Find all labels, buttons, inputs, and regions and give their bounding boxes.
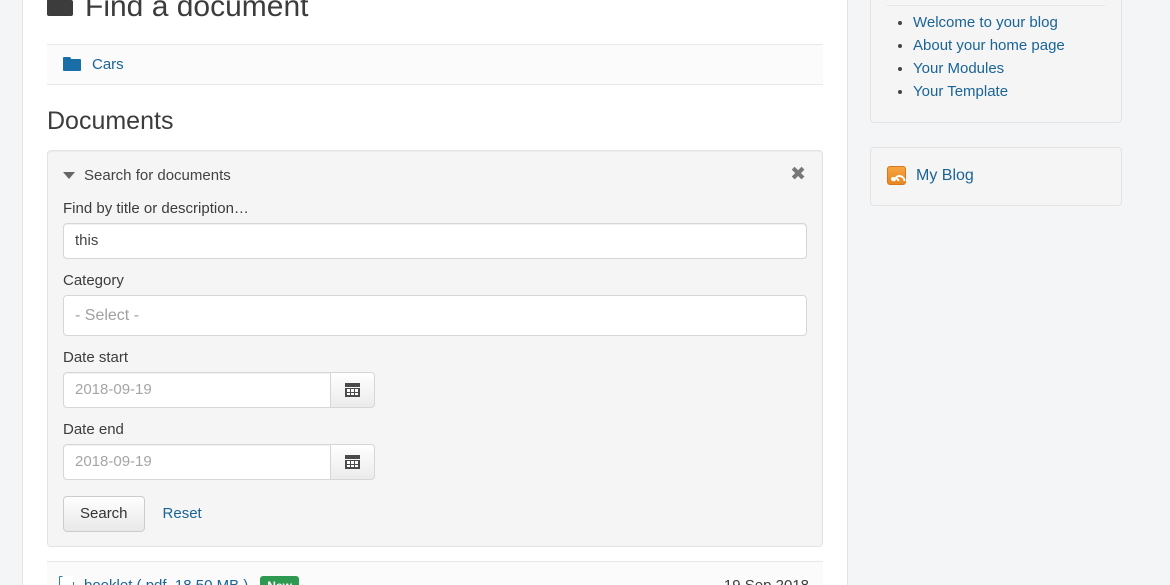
list-item: About your home page	[913, 37, 1105, 54]
caret-down-icon[interactable]	[63, 171, 75, 179]
title-field-label: Find by title or description…	[63, 199, 249, 217]
document-row-main: booklet ( pdf, 18.50 MB ) New	[59, 575, 299, 585]
search-panel-title: Search for documents	[84, 166, 231, 184]
search-title-input[interactable]	[63, 222, 807, 259]
date-end-input-group	[63, 443, 375, 480]
date-end-label: Date end	[63, 420, 124, 438]
folder-icon	[47, 0, 73, 17]
most-read-posts-list: Welcome to your blog About your home pag…	[887, 14, 1105, 100]
document-date: 19 Sep 2018	[724, 577, 809, 585]
documents-section-title: Documents	[47, 106, 174, 135]
status-badge: New	[260, 575, 299, 585]
my-blog-link[interactable]: My Blog	[916, 167, 974, 185]
date-start-input-group	[63, 371, 375, 408]
date-start-label: Date start	[63, 348, 129, 366]
field-group-date-start: Date start	[63, 349, 807, 408]
calendar-icon	[345, 382, 360, 397]
most-read-link-0[interactable]: Welcome to your blog	[913, 14, 1058, 31]
list-item: Your Modules	[913, 60, 1105, 77]
main-content-column: Find a document Cars Documents Search fo…	[22, 0, 848, 585]
most-read-link-2[interactable]: Your Modules	[913, 60, 1004, 77]
table-row: booklet ( pdf, 18.50 MB ) New 19 Sep 201…	[47, 560, 823, 585]
module-title: Most Read Posts	[887, 0, 1105, 6]
field-group-date-end: Date end	[63, 421, 807, 480]
pdf-file-icon	[59, 576, 74, 585]
page-root: Find a document Cars Documents Search fo…	[0, 0, 1170, 585]
calendar-icon	[345, 454, 360, 469]
rss-icon	[887, 166, 908, 190]
page-title-text: Find a document	[85, 0, 309, 23]
most-read-link-3[interactable]: Your Template	[913, 83, 1008, 100]
field-group-title: Find by title or description…	[63, 200, 807, 259]
close-icon[interactable]: ✖	[788, 163, 808, 186]
date-start-calendar-button[interactable]	[331, 371, 375, 408]
right-sidebar: Most Read Posts Welcome to your blog Abo…	[870, 0, 1122, 230]
list-item: Welcome to your blog	[913, 14, 1105, 31]
date-end-input[interactable]	[63, 443, 331, 480]
page-title: Find a document	[47, 0, 823, 26]
document-list: booklet ( pdf, 18.50 MB ) New 19 Sep 201…	[47, 560, 823, 585]
breadcrumb: Cars	[47, 43, 823, 85]
search-documents-panel: Search for documents ✖ Find by title or …	[47, 149, 823, 547]
module-my-blog: My Blog	[870, 147, 1122, 206]
category-field-label: Category	[63, 271, 124, 289]
date-start-input[interactable]	[63, 371, 331, 408]
list-item: Your Template	[913, 83, 1105, 100]
breadcrumb-link-cars[interactable]: Cars	[92, 56, 124, 73]
most-read-link-1[interactable]: About your home page	[913, 37, 1065, 54]
field-group-category: Category - Select -	[63, 272, 807, 336]
folder-icon	[63, 57, 81, 71]
reset-button[interactable]: Reset	[163, 505, 202, 522]
date-end-calendar-button[interactable]	[331, 443, 375, 480]
category-select[interactable]: - Select -	[63, 294, 807, 336]
search-button[interactable]: Search	[63, 495, 145, 532]
search-panel-header[interactable]: Search for documents	[63, 167, 807, 184]
document-link[interactable]: booklet ( pdf, 18.50 MB )	[84, 577, 248, 585]
module-most-read-posts: Most Read Posts Welcome to your blog Abo…	[870, 0, 1122, 123]
blog-feed-row: My Blog	[887, 162, 1105, 190]
search-panel-actions: Search Reset	[63, 495, 807, 532]
